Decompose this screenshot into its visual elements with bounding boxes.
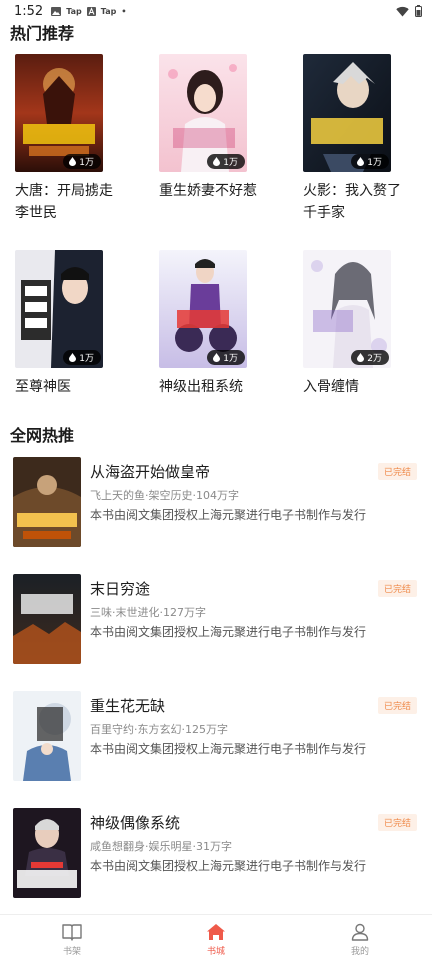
nav-item-bookstore[interactable]: 书城 xyxy=(144,915,288,960)
book-title[interactable]: 从海盗开始做皇帝 xyxy=(90,461,210,482)
nav-label-bookstore: 书城 xyxy=(206,947,225,957)
book-cover[interactable]: 1万 xyxy=(303,54,391,172)
book-description: 本书由阅文集团授权上海元聚进行电子书制作与发行 xyxy=(90,508,367,522)
popularity-badge: 1万 xyxy=(351,154,389,169)
network-section-title: 全网热推 xyxy=(10,426,75,445)
book-title[interactable]: 神级出租系统 xyxy=(159,376,259,398)
flame-icon xyxy=(69,157,77,166)
bottom-nav: 书架 书城 我的 xyxy=(0,914,432,960)
nav-item-mine[interactable]: 我的 xyxy=(288,915,432,960)
book-cover[interactable]: 1万 xyxy=(159,54,247,172)
popularity-badge: 1万 xyxy=(207,350,245,365)
status-badge: 已完结 xyxy=(377,580,417,597)
battery-icon xyxy=(415,5,422,17)
book-description: 本书由阅文集团授权上海元聚进行电子书制作与发行 xyxy=(90,742,367,756)
status-time: 1:52 xyxy=(14,3,44,19)
book-description: 本书由阅文集团授权上海元聚进行电子书制作与发行 xyxy=(90,625,367,639)
book-meta: 百里守约·东方玄幻·125万字 xyxy=(90,723,228,736)
hot-book-card[interactable]: 1万 重生娇妻不好惹 xyxy=(159,54,264,202)
nav-label-bookshelf: 书架 xyxy=(62,947,81,957)
list-item[interactable]: 重生花无缺 百里守约·东方玄幻·125万字 本书由阅文集团授权上海元聚进行电子书… xyxy=(13,691,423,783)
status-bar: 1:52 Tap Tap • xyxy=(0,0,432,22)
book-cover[interactable] xyxy=(13,808,81,898)
dot-icon: • xyxy=(121,6,127,16)
flame-icon xyxy=(357,157,365,166)
home-icon xyxy=(207,924,225,940)
hot-section-title: 热门推荐 xyxy=(10,24,75,43)
tap-icon-2: Tap xyxy=(100,6,117,16)
hot-book-card[interactable]: 1万 神级出租系统 xyxy=(159,250,264,398)
hot-book-card[interactable]: 1万 大唐：开局掳走李世民 xyxy=(15,54,120,224)
book-title[interactable]: 至尊神医 xyxy=(15,376,115,398)
book-title[interactable]: 末日穷途 xyxy=(90,578,150,599)
flame-icon xyxy=(213,353,221,362)
tap-icon: Tap xyxy=(66,6,82,16)
system-icons xyxy=(396,5,422,17)
book-title[interactable]: 重生花无缺 xyxy=(90,695,165,716)
book-description: 本书由阅文集团授权上海元聚进行电子书制作与发行 xyxy=(90,859,367,873)
book-cover[interactable] xyxy=(13,691,81,781)
book-cover[interactable]: 1万 xyxy=(15,250,103,368)
book-title[interactable]: 大唐：开局掳走李世民 xyxy=(15,180,115,224)
popularity-badge: 1万 xyxy=(63,350,101,365)
book-meta: 咸鱼想翻身·娱乐明星·31万字 xyxy=(90,840,232,853)
list-item[interactable]: 末日穷途 三味·末世进化·127万字 本书由阅文集团授权上海元聚进行电子书制作与… xyxy=(13,574,423,666)
status-badge: 已完结 xyxy=(377,697,417,714)
list-item[interactable]: 神级偶像系统 咸鱼想翻身·娱乐明星·31万字 本书由阅文集团授权上海元聚进行电子… xyxy=(13,808,423,900)
popularity-badge: 1万 xyxy=(63,154,101,169)
nav-label-mine: 我的 xyxy=(350,947,369,957)
popularity-badge: 1万 xyxy=(207,154,245,169)
flame-icon xyxy=(357,353,365,362)
book-cover[interactable] xyxy=(13,574,81,664)
status-badge: 已完结 xyxy=(377,463,417,480)
nav-item-bookshelf[interactable]: 书架 xyxy=(0,915,144,960)
wifi-icon xyxy=(396,6,409,16)
book-cover[interactable]: 2万 xyxy=(303,250,391,368)
app-a-icon xyxy=(86,6,96,16)
book-meta: 三味·末世进化·127万字 xyxy=(90,606,206,619)
hot-book-card[interactable]: 1万 至尊神医 xyxy=(15,250,120,398)
notification-icons: Tap Tap • xyxy=(51,6,127,16)
flame-icon xyxy=(213,157,221,166)
user-icon xyxy=(351,923,369,941)
book-icon xyxy=(62,924,82,941)
list-item[interactable]: 从海盗开始做皇帝 飞上天的鱼·架空历史·104万字 本书由阅文集团授权上海元聚进… xyxy=(13,457,423,549)
status-badge: 已完结 xyxy=(377,814,417,831)
book-meta: 飞上天的鱼·架空历史·104万字 xyxy=(90,489,239,502)
book-title[interactable]: 入骨缠情 xyxy=(303,376,403,398)
book-title[interactable]: 火影：我入赘了千手家 xyxy=(303,180,403,224)
book-title[interactable]: 神级偶像系统 xyxy=(90,812,180,833)
book-cover[interactable]: 1万 xyxy=(15,54,103,172)
hot-book-card[interactable]: 2万 入骨缠情 xyxy=(303,250,408,398)
popularity-badge: 2万 xyxy=(351,350,389,365)
book-cover[interactable] xyxy=(13,457,81,547)
gallery-icon xyxy=(51,6,62,16)
book-cover[interactable]: 1万 xyxy=(159,250,247,368)
hot-book-card[interactable]: 1万 火影：我入赘了千手家 xyxy=(303,54,408,224)
flame-icon xyxy=(69,353,77,362)
book-title[interactable]: 重生娇妻不好惹 xyxy=(159,180,259,202)
